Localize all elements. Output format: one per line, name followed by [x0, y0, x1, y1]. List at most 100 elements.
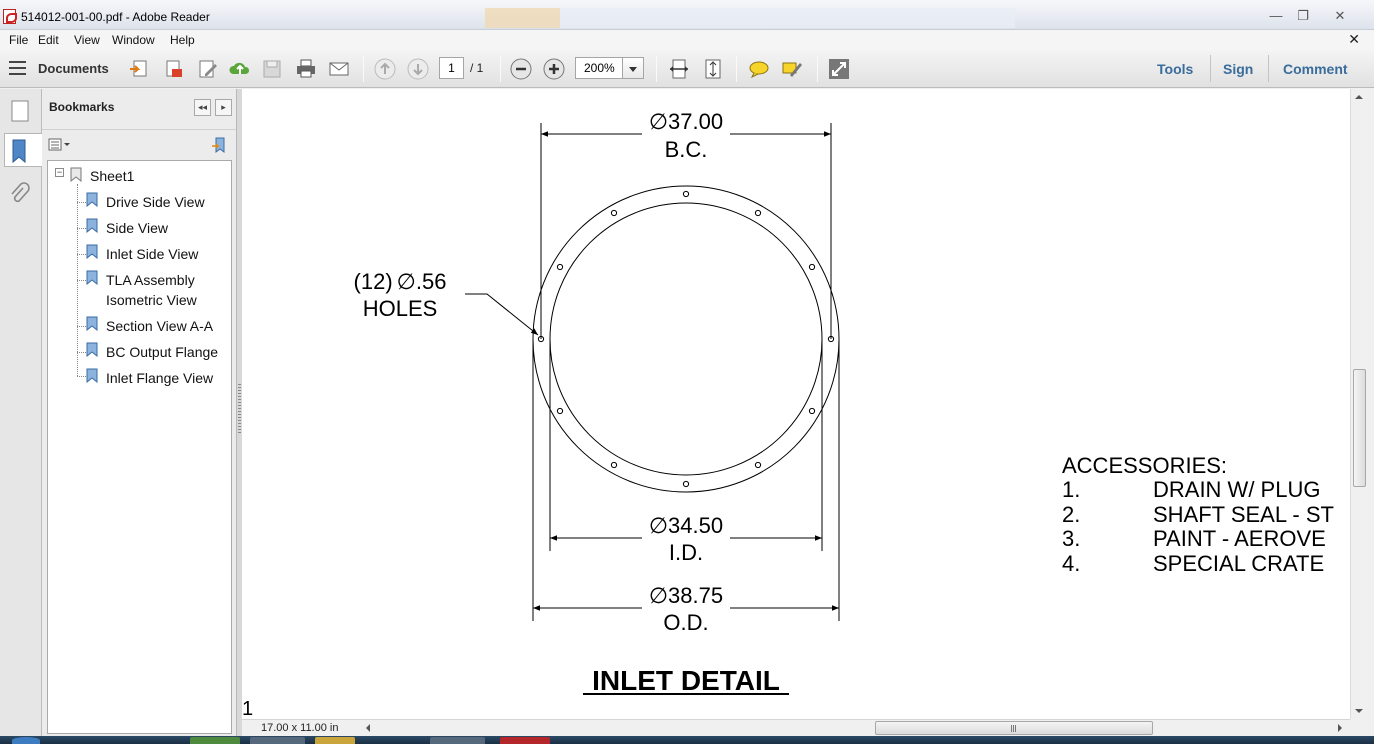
- splitter-grip[interactable]: [238, 384, 241, 434]
- horizontal-scroll-thumb[interactable]: [875, 721, 1153, 735]
- toolbar-separator: [656, 56, 657, 82]
- minimize-button[interactable]: —: [1263, 8, 1289, 25]
- taskbar-app[interactable]: [190, 737, 240, 744]
- sticky-note-icon[interactable]: [747, 57, 771, 81]
- scroll-down-arrow-icon[interactable]: [1355, 709, 1363, 713]
- documents-menu-icon[interactable]: [9, 61, 26, 75]
- taskbar-app[interactable]: [430, 737, 485, 744]
- window-title: 514012-001-00.pdf - Adobe Reader: [21, 10, 210, 24]
- close-document-button[interactable]: ✕: [1348, 31, 1360, 48]
- accessory-text: PAINT - AEROVE: [1153, 526, 1326, 551]
- close-window-button[interactable]: ✕: [1325, 8, 1355, 25]
- maximize-button[interactable]: ❐: [1290, 8, 1316, 25]
- bookmarks-toolbar: [42, 129, 238, 159]
- bc-label: B.C.: [665, 137, 708, 162]
- tree-guide-line: [77, 280, 86, 281]
- menu-help[interactable]: Help: [170, 33, 195, 47]
- save-icon[interactable]: [260, 57, 284, 81]
- bookmark-tla-assembly[interactable]: TLA Assembly: [106, 270, 195, 290]
- fit-page-icon[interactable]: [701, 57, 725, 81]
- create-pdf-icon[interactable]: [128, 57, 152, 81]
- menu-file[interactable]: File: [9, 33, 28, 47]
- menu-bar: File Edit View Window Help ✕: [0, 30, 1374, 50]
- full-screen-icon[interactable]: [827, 57, 851, 81]
- email-icon[interactable]: [327, 57, 351, 81]
- upload-cloud-icon[interactable]: [228, 57, 252, 81]
- accessory-num: 2.: [1062, 502, 1080, 527]
- bookmark-inlet-flange-view[interactable]: Inlet Flange View: [106, 368, 213, 388]
- page-number-input[interactable]: [439, 57, 464, 79]
- page-thumbnails-icon[interactable]: [6, 93, 34, 127]
- taskbar-app-adobe-reader[interactable]: [500, 737, 550, 744]
- navigation-rail: [0, 89, 42, 739]
- bookmarks-panel-icon[interactable]: [4, 133, 42, 167]
- scroll-left-arrow-icon[interactable]: [366, 724, 370, 732]
- menu-window[interactable]: Window: [112, 33, 155, 47]
- id-label: I.D.: [669, 540, 703, 565]
- highlight-text-icon[interactable]: [780, 57, 804, 81]
- scroll-right-arrow-icon[interactable]: [1338, 724, 1342, 732]
- vertical-scroll-thumb[interactable]: [1353, 369, 1366, 487]
- bookmark-sheet1[interactable]: Sheet1: [90, 166, 134, 186]
- od-circle: [532, 185, 840, 493]
- adobe-reader-window: 514012-001-00.pdf - Adobe Reader — ❐ ✕ F…: [0, 0, 1374, 744]
- taskbar-app[interactable]: [250, 737, 305, 744]
- start-button[interactable]: [12, 737, 40, 744]
- adobe-reader-icon: [3, 9, 17, 24]
- previous-page-icon[interactable]: [373, 57, 397, 81]
- accessory-text: SPECIAL CRATE: [1153, 551, 1324, 576]
- inlet-detail-title: INLET DETAIL: [592, 665, 780, 696]
- accessories-title: ACCESSORIES:: [1062, 453, 1227, 478]
- menu-edit[interactable]: Edit: [38, 33, 59, 47]
- title-bar: 514012-001-00.pdf - Adobe Reader — ❐ ✕: [0, 0, 1374, 30]
- bookmark-icon: [86, 342, 98, 357]
- documents-button[interactable]: Documents: [38, 61, 109, 76]
- page-size-indicator: 17.00 x 11.00 in: [261, 722, 339, 734]
- collapse-toggle[interactable]: −: [55, 168, 64, 177]
- status-bar: 17.00 x 11.00 in: [242, 719, 1350, 736]
- collapse-panel-button[interactable]: ◂◂: [194, 99, 211, 116]
- toolbar-separator: [500, 56, 501, 82]
- bookmark-icon: [86, 244, 98, 259]
- sheet-page-number: 1: [242, 698, 254, 719]
- bookmark-options-icon[interactable]: [48, 137, 72, 152]
- menu-view[interactable]: View: [74, 33, 100, 47]
- tools-pane-link[interactable]: Tools: [1157, 61, 1193, 77]
- zoom-dropdown-chevron-down-icon[interactable]: [623, 57, 644, 79]
- fit-width-icon[interactable]: [667, 57, 691, 81]
- tree-guide-line: [77, 326, 86, 327]
- zoom-out-icon[interactable]: [509, 57, 533, 81]
- toolbar-separator: [1268, 55, 1269, 82]
- zoom-in-icon[interactable]: [542, 57, 566, 81]
- bookmark-icon: [86, 368, 98, 383]
- document-view[interactable]: ∅37.00 B.C. (12) ∅.56 HOLES ∅34.50 I.D. ∅…: [242, 89, 1350, 719]
- next-page-icon[interactable]: [406, 57, 430, 81]
- tree-guide-line: [77, 228, 86, 229]
- od-dimension-value: ∅38.75: [649, 583, 723, 608]
- export-pdf-icon[interactable]: [162, 57, 186, 81]
- toolbar-separator: [363, 56, 364, 82]
- id-dimension-value: ∅34.50: [649, 513, 723, 538]
- bookmark-inlet-side-view[interactable]: Inlet Side View: [106, 244, 198, 264]
- zoom-level-input[interactable]: [575, 57, 623, 79]
- bookmark-side-view[interactable]: Side View: [106, 218, 168, 238]
- taskbar-app[interactable]: [315, 737, 355, 744]
- find-current-bookmark-icon[interactable]: [210, 136, 228, 154]
- hide-panel-button[interactable]: ▸: [215, 99, 232, 116]
- bookmark-drive-side-view[interactable]: Drive Side View: [106, 192, 205, 212]
- vertical-scrollbar[interactable]: [1350, 89, 1367, 719]
- scroll-up-arrow-icon[interactable]: [1355, 95, 1363, 99]
- bookmark-section-view-a-a[interactable]: Section View A-A: [106, 316, 213, 336]
- toolbar-separator: [1210, 55, 1211, 82]
- bookmark-icon: [86, 192, 98, 207]
- edit-pdf-icon[interactable]: [196, 57, 220, 81]
- tree-guide-line: [77, 202, 86, 203]
- sign-pane-link[interactable]: Sign: [1223, 61, 1253, 77]
- accessory-num: 3.: [1062, 526, 1080, 551]
- print-icon[interactable]: [294, 57, 318, 81]
- bookmarks-tree: − Sheet1 Drive Side View Side View Inlet…: [47, 160, 232, 734]
- bookmark-tla-assembly-line2[interactable]: Isometric View: [106, 290, 197, 310]
- bookmark-bc-output-flange[interactable]: BC Output Flange: [106, 342, 218, 362]
- comment-pane-link[interactable]: Comment: [1283, 61, 1348, 77]
- attachments-paperclip-icon[interactable]: [6, 179, 34, 213]
